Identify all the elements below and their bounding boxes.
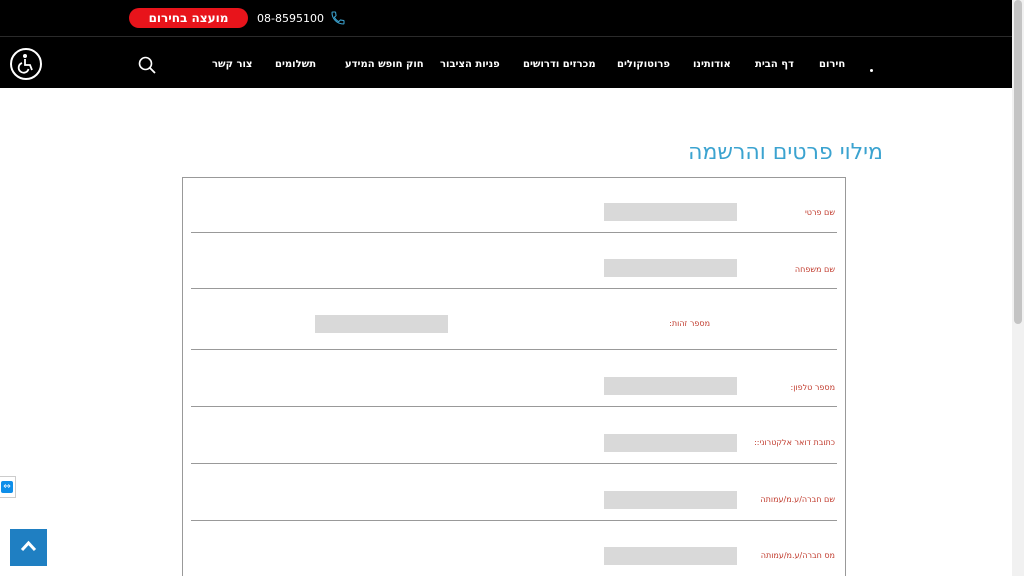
id-number-label: מספר זהות: [669,319,710,328]
nav-item-home[interactable]: דף הבית [755,59,794,70]
search-icon[interactable] [138,56,156,78]
first-name-input[interactable] [604,203,737,221]
row-divider [191,406,837,407]
back-to-top-button[interactable] [10,529,47,566]
nav-item-emergency[interactable]: חירום [819,59,845,70]
phone-number: 08-8595100 [257,11,324,25]
top-bar: מועצה בחירום 08-8595100 [0,0,1012,36]
phone-icon [330,10,346,26]
page: מועצה בחירום 08-8595100 חירום דף הבית או… [0,0,1024,576]
page-title: מילוי פרטים והרשמה [688,140,883,165]
phone-input[interactable] [604,377,737,395]
nav-item-freedom-of-information[interactable]: חוק חופש המידע [345,59,424,70]
teamviewer-icon: ⇔ [1,481,13,493]
nav-item-tenders[interactable]: מכרזים ודרושים [523,59,596,70]
phone-link[interactable]: 08-8595100 [257,10,346,26]
phone-label: מספר טלפון: [790,383,835,392]
remote-support-widget[interactable]: ⇔ [0,476,16,498]
nav-item-payments[interactable]: תשלומים [275,59,316,70]
company-name-label: שם חברה/ע.מ/עמותה [760,495,835,504]
company-number-label: מס חברה/ע.מ/עמותה [760,551,835,560]
nav-item-protocols[interactable]: פרוטוקולים [617,59,670,70]
row-divider [191,349,837,350]
first-name-label: שם פרטי [804,208,835,217]
email-input[interactable] [604,434,737,452]
accessibility-icon[interactable] [10,48,42,80]
nav-item-contact[interactable]: צור קשר [212,59,252,70]
company-number-input[interactable] [604,547,737,565]
row-divider [191,232,837,233]
row-divider [191,520,837,521]
page-scrollbar[interactable] [1012,0,1024,576]
nav-item-public-inquiries[interactable]: פניות הציבור [440,59,500,70]
last-name-label: שם משפחה [794,265,835,274]
main-nav: חירום דף הבית אודותינו פרוטוקולים מכרזים… [0,36,1012,88]
id-number-input[interactable] [315,315,448,333]
nav-separator-dot [870,69,873,72]
email-label: כתובת דואר אלקטרוני:: [754,438,835,447]
scrollbar-thumb[interactable] [1014,0,1022,324]
row-divider [191,288,837,289]
last-name-input[interactable] [604,259,737,277]
registration-form: שם פרטי שם משפחה מספר זהות: מספר טלפון: … [182,177,846,576]
nav-item-about[interactable]: אודותינו [693,59,731,70]
emergency-council-button[interactable]: מועצה בחירום [129,8,248,28]
chevron-up-icon [20,540,37,552]
company-name-input[interactable] [604,491,737,509]
row-divider [191,463,837,464]
